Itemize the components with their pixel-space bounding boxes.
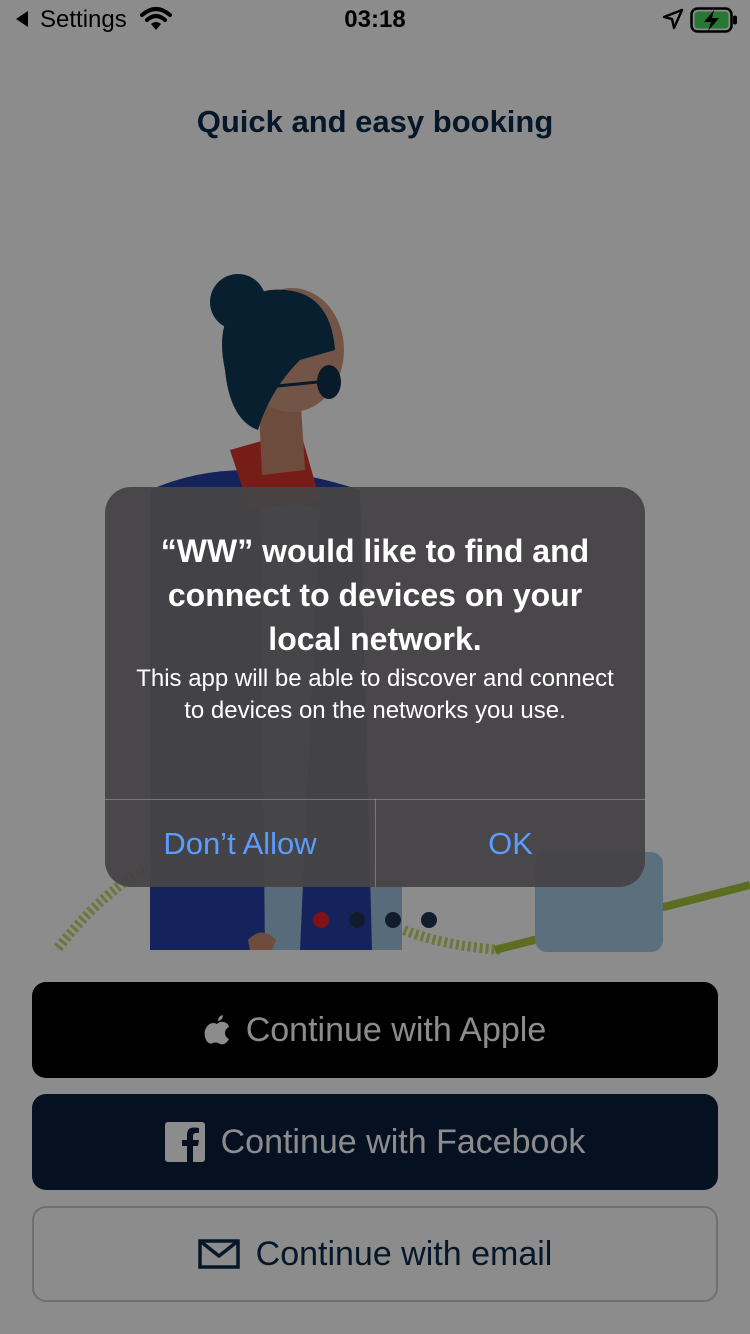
alert-message: This app will be able to discover and co… (136, 665, 614, 724)
ok-button[interactable]: OK (376, 800, 645, 887)
dont-allow-button[interactable]: Don’t Allow (105, 800, 375, 887)
local-network-permission-alert: “WW” would like to find and connect to d… (105, 487, 645, 887)
screen: Settings 03:18 Quick and easy booking Co… (0, 0, 750, 1334)
alert-title: “WW” would like to find and connect to d… (160, 533, 590, 657)
